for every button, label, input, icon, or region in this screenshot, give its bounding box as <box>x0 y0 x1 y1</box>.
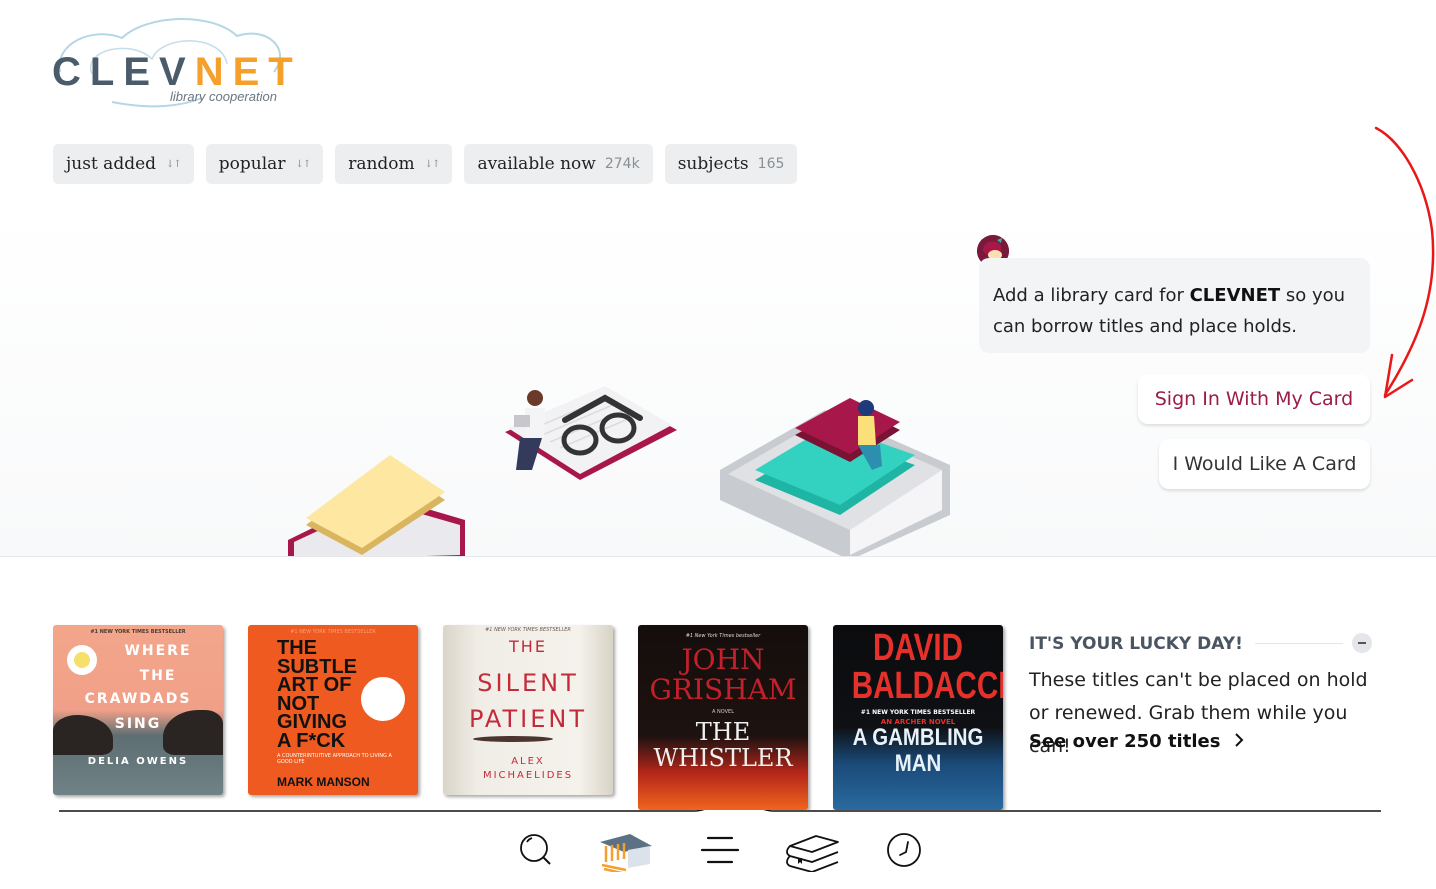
filter-subjects[interactable]: subjects 165 <box>664 144 798 184</box>
cover-banner: #1 New York Times bestseller <box>685 633 761 639</box>
cover-title-line: PATIENT <box>468 705 587 733</box>
cover-author: ALEX MICHAELIDES <box>443 755 613 783</box>
filter-label: available now <box>477 154 596 174</box>
cover-author-line: BALDACCI <box>851 665 1003 707</box>
cover-subtitle: A COUNTERINTUITIVE APPROACH TO LIVING A … <box>277 753 392 765</box>
red-arrow-annotation-icon <box>1374 126 1435 399</box>
cover-title-line: THE <box>277 637 317 659</box>
books-illustration <box>288 386 950 556</box>
tall-book-stack-icon <box>720 398 950 556</box>
book-cover[interactable]: #1 NEW YORK TIMES BESTSELLER WHERE THE C… <box>53 625 223 795</box>
logo-wordmark: CLEVNET <box>52 52 302 92</box>
cover-author-line: JOHN <box>681 643 765 676</box>
filter-chips: just added ↓↑ popular ↓↑ random ↓↑ avail… <box>53 144 798 184</box>
message-text: Add a library card for <box>993 285 1190 306</box>
i-would-like-a-card-button[interactable]: I Would Like A Card <box>1159 439 1370 489</box>
cover-author-line: ALEX <box>511 756 545 767</box>
sign-in-with-card-button[interactable]: Sign In With My Card <box>1138 374 1370 424</box>
cover-banner: #1 NEW YORK TIMES BESTSELLER <box>860 709 976 716</box>
cover-title: WHERE THE <box>93 639 223 689</box>
cover-title-line: THE <box>139 668 177 684</box>
cover-author: DAVID BALDACCI <box>851 627 1003 707</box>
filter-count: 165 <box>757 156 785 172</box>
cover-badge <box>361 677 405 721</box>
add-card-message: Add a library card for CLEVNET so you ca… <box>979 258 1370 353</box>
collapse-button[interactable] <box>1352 633 1372 653</box>
search-icon <box>520 834 551 865</box>
library-name: CLEVNET <box>1189 285 1281 306</box>
cover-banner: #1 NEW YORK TIMES BESTSELLER <box>485 627 571 633</box>
cover-title-line: ART OF <box>277 674 352 696</box>
filter-popular[interactable]: popular ↓↑ <box>205 144 324 184</box>
filter-just-added[interactable]: just added ↓↑ <box>53 144 194 184</box>
cover-banner: #1 NEW YORK TIMES BESTSELLER <box>290 629 376 635</box>
cover-title: CRAWDADS SING <box>53 687 223 737</box>
sort-icon: ↓↑ <box>424 158 441 170</box>
open-book-glasses-icon <box>505 386 677 480</box>
chevron-right-icon <box>1234 733 1244 747</box>
book-cover[interactable]: DAVID BALDACCI #1 NEW YORK TIMES BESTSEL… <box>833 625 1003 810</box>
sort-icon: ↓↑ <box>166 158 182 170</box>
filter-random[interactable]: random ↓↑ <box>335 144 453 184</box>
clock-icon <box>887 833 921 867</box>
cover-title: A GAMBLING MAN <box>846 725 991 777</box>
cover-title-line: WHERE <box>124 643 192 659</box>
logo-wordmark-part2: NET <box>194 50 302 94</box>
nav-shelf[interactable] <box>786 828 842 872</box>
library-building-icon <box>600 834 652 872</box>
filter-label: subjects <box>677 154 749 174</box>
nav-library[interactable] <box>598 828 654 872</box>
cover-title-line: SING <box>114 716 162 732</box>
minus-icon <box>1358 642 1366 644</box>
bottom-navigation <box>0 810 1436 889</box>
nav-menu[interactable] <box>692 828 748 872</box>
nav-divider <box>59 810 1381 812</box>
cover-title-line: MAN <box>894 750 942 777</box>
cover-title-line: GIVING <box>277 711 348 733</box>
lucky-day-divider <box>1255 643 1343 644</box>
sort-icon: ↓↑ <box>295 158 311 170</box>
clevnet-logo[interactable]: CLEVNET library cooperation <box>52 14 293 110</box>
nav-search[interactable] <box>508 828 564 872</box>
books-stack-icon <box>786 835 839 872</box>
book-cover[interactable]: #1 NEW YORK TIMES BESTSELLER THE SUBTLE … <box>248 625 418 795</box>
see-all-titles-link[interactable]: See over 250 titles <box>1029 731 1245 752</box>
cover-title-line: SILENT <box>477 669 579 697</box>
cover-title-line: THE <box>695 718 751 746</box>
link-label: See over 250 titles <box>1029 731 1221 752</box>
cover-title-line: A GAMBLING <box>852 724 984 751</box>
cover-banner: #1 NEW YORK TIMES BESTSELLER <box>90 629 186 635</box>
hero-banner: Add a library card for CLEVNET so you ca… <box>0 210 1436 557</box>
filter-label: random <box>348 154 415 174</box>
book-cover[interactable]: #1 NEW YORK TIMES BESTSELLER THE SILENT … <box>443 625 613 795</box>
cover-title-line: THE <box>509 637 547 656</box>
cover-author-line: GRISHAM <box>649 673 797 706</box>
cover-title-line: CRAWDADS <box>84 691 192 707</box>
cover-title: THE WHISTLER <box>638 719 808 771</box>
filter-label: popular <box>218 154 286 174</box>
cover-title: SILENT PATIENT <box>443 665 613 737</box>
cover-title-line: A F*CK <box>277 729 346 752</box>
logo-wordmark-part1: CLEV <box>52 50 195 94</box>
menu-icon <box>700 836 740 864</box>
yellow-book-stack-icon <box>288 455 465 556</box>
cover-title-line: WHISTLER <box>653 744 793 772</box>
cover-novel-label: A NOVEL <box>712 709 734 715</box>
filter-count: 274k <box>604 156 640 172</box>
cover-author: JOHN GRISHAM <box>638 645 808 705</box>
logo-tagline: library cooperation <box>170 89 277 104</box>
cover-author-line: DAVID <box>872 627 964 669</box>
nav-timeline[interactable] <box>876 828 932 872</box>
filter-available-now[interactable]: available now 274k <box>464 144 653 184</box>
filter-label: just added <box>66 154 157 174</box>
cover-title: THE SUBTLE ART OF NOT GIVING A F*CK <box>277 637 357 752</box>
torn-lips-image <box>473 736 553 742</box>
cover-author-line: MICHAELIDES <box>482 770 574 781</box>
lucky-day-heading: IT'S YOUR LUCKY DAY! <box>1029 634 1243 654</box>
book-cover[interactable]: #1 New York Times bestseller JOHN GRISHA… <box>638 625 808 810</box>
cover-author: MARK MANSON <box>277 775 370 789</box>
cover-author: DELIA OWENS <box>87 756 189 767</box>
page: CLEVNET library cooperation just added ↓… <box>0 0 1436 889</box>
